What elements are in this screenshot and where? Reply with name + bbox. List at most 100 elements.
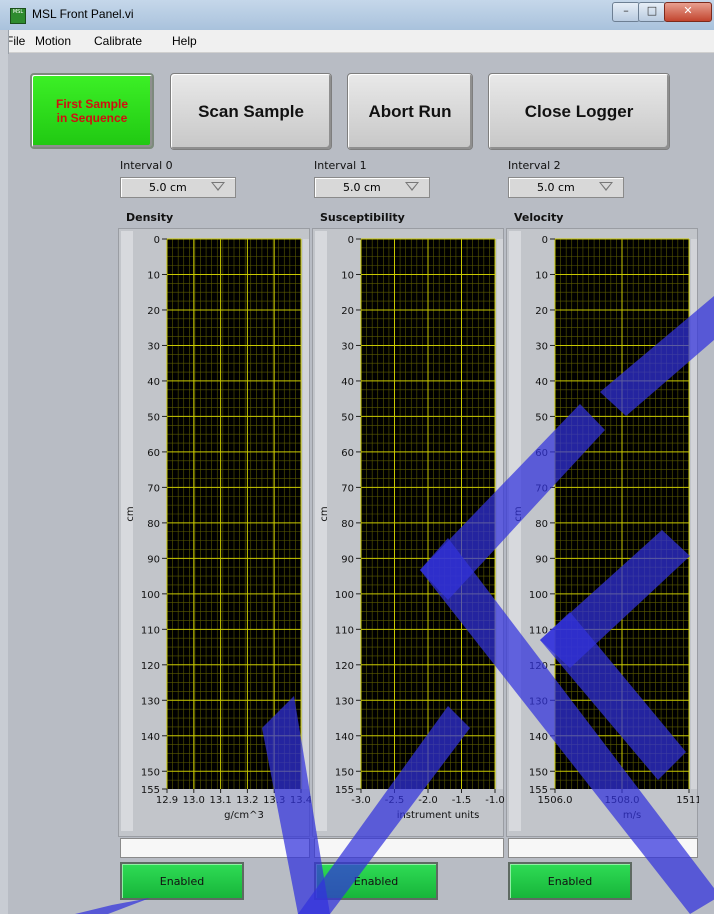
x-tick-label: 13.1 — [209, 795, 231, 806]
y-tick-label: 40 — [147, 377, 160, 388]
y-tick-label: 110 — [141, 625, 160, 636]
velocity-enabled-label: Enabled — [547, 874, 593, 888]
x-tick-label: 13.4 — [290, 795, 311, 806]
x-tick-label: 13.0 — [183, 795, 205, 806]
y-tick-label: 70 — [535, 483, 548, 494]
density-enabled-label: Enabled — [159, 874, 205, 888]
y-tick-label: 150 — [141, 767, 160, 778]
y-tick-label: 100 — [141, 590, 160, 601]
interval-1-value: 5.0 cm — [343, 181, 381, 194]
y-tick-label: 140 — [335, 732, 354, 743]
interval-0-value: 5.0 cm — [149, 181, 187, 194]
close-window-button[interactable]: ✕ — [664, 2, 712, 22]
y-tick-label: 100 — [335, 590, 354, 601]
menu-motion[interactable]: Motion — [35, 34, 71, 48]
y-tick-label: 50 — [147, 412, 160, 423]
y-tick-label: 150 — [335, 767, 354, 778]
x-tick-label: 13.2 — [236, 795, 258, 806]
y-tick-label: 120 — [529, 661, 548, 672]
velocity-enabled-button[interactable]: Enabled — [508, 862, 632, 900]
interval-0-label: Interval 0 — [120, 159, 173, 172]
menu-help[interactable]: Help — [172, 34, 197, 48]
x-tick-label: -1.5 — [452, 795, 472, 806]
interval-2-label: Interval 2 — [508, 159, 561, 172]
y-tick-label: 10 — [341, 270, 354, 281]
minimize-button[interactable]: – — [612, 2, 640, 22]
dropdown-arrow-icon — [405, 182, 419, 191]
plot-bevel — [497, 239, 503, 789]
interval-2-value: 5.0 cm — [537, 181, 575, 194]
scrollbar-strip — [121, 231, 133, 831]
y-tick-label: 70 — [341, 483, 354, 494]
density-chart[interactable]: 12.9 13.0 13.1 13.2 13.3 13.4 0 10 20 30 40 50 60 70 8… — [118, 228, 311, 837]
y-tick-label: 120 — [335, 661, 354, 672]
density-enabled-button[interactable]: Enabled — [120, 862, 244, 900]
y-axis-label: cm — [125, 506, 136, 521]
velocity-chart[interactable]: 1506.0 1508.0 1511 0 10 20 30 40 50 60 70 80 90 100 11… — [506, 228, 699, 837]
x-tick-label: 12.9 — [156, 795, 178, 806]
y-tick-label: 155 — [141, 785, 160, 796]
susceptibility-enabled-label: Enabled — [353, 874, 399, 888]
abort-run-button[interactable]: Abort Run — [347, 73, 473, 150]
density-chart-title: Density — [126, 211, 174, 224]
y-tick-label: 80 — [535, 519, 548, 530]
menu-bar: File Motion Calibrate Help — [0, 30, 714, 53]
x-tick-label: 1508.0 — [605, 795, 640, 806]
scrollbar-strip — [315, 231, 327, 831]
app-window: MSL MSL Front Panel.vi – □ ✕ File Motion… — [0, 0, 714, 914]
dropdown-arrow-icon — [599, 182, 613, 191]
y-tick-label: 110 — [335, 625, 354, 636]
y-tick-label: 40 — [341, 377, 354, 388]
y-axis-label: cm — [319, 506, 330, 521]
title-bar: MSL MSL Front Panel.vi – □ ✕ — [0, 0, 714, 30]
app-icon: MSL — [10, 8, 26, 24]
velocity-chart-title: Velocity — [514, 211, 564, 224]
x-tick-label: 1506.0 — [538, 795, 573, 806]
x-tick-label: 13.3 — [263, 795, 285, 806]
maximize-button[interactable]: □ — [638, 2, 666, 22]
minimize-icon: – — [623, 4, 629, 17]
close-icon: ✕ — [683, 4, 693, 17]
first-sample-indicator[interactable]: First Sample in Sequence — [30, 73, 154, 149]
window-title: MSL Front Panel.vi — [32, 7, 134, 21]
x-axis-label: instrument units — [397, 810, 480, 821]
y-tick-label: 30 — [341, 341, 354, 352]
first-sample-line2: in Sequence — [56, 111, 128, 125]
x-axis-label: g/cm^3 — [224, 810, 264, 821]
menu-calibrate[interactable]: Calibrate — [94, 34, 142, 48]
y-tick-label: 20 — [147, 306, 160, 317]
y-tick-label: 50 — [535, 412, 548, 423]
y-tick-label: 90 — [147, 554, 160, 565]
susceptibility-enabled-button[interactable]: Enabled — [314, 862, 438, 900]
maximize-icon: □ — [646, 4, 658, 17]
y-tick-label: 155 — [335, 785, 354, 796]
y-tick-label: 140 — [141, 732, 160, 743]
y-tick-label: 60 — [535, 448, 548, 459]
y-tick-label: 40 — [535, 377, 548, 388]
y-tick-label: 90 — [535, 554, 548, 565]
interval-2-select[interactable]: 5.0 cm — [508, 177, 624, 198]
density-status-field — [120, 838, 310, 858]
y-tick-label: 20 — [535, 306, 548, 317]
x-tick-label: -2.5 — [385, 795, 405, 806]
y-tick-label: 0 — [542, 235, 548, 246]
x-tick-label: -1.0 — [485, 795, 505, 806]
susceptibility-chart[interactable]: -3.0 -2.5 -2.0 -1.5 -1.0 0 10 20 30 40 50 60 70 80 90 1… — [312, 228, 505, 837]
close-logger-button[interactable]: Close Logger — [488, 73, 670, 150]
x-tick-label: -2.0 — [418, 795, 438, 806]
y-tick-label: 0 — [154, 235, 160, 246]
x-axis-label: m/s — [623, 810, 641, 821]
y-axis-label: cm — [513, 506, 524, 521]
y-tick-label: 10 — [147, 270, 160, 281]
y-tick-label: 130 — [529, 696, 548, 707]
y-tick-label: 130 — [141, 696, 160, 707]
interval-1-label: Interval 1 — [314, 159, 367, 172]
y-tick-label: 140 — [529, 732, 548, 743]
interval-0-select[interactable]: 5.0 cm — [120, 177, 236, 198]
interval-1-select[interactable]: 5.0 cm — [314, 177, 430, 198]
y-tick-label: 80 — [341, 519, 354, 530]
scan-sample-button[interactable]: Scan Sample — [170, 73, 332, 150]
y-tick-label: 10 — [535, 270, 548, 281]
y-tick-label: 50 — [341, 412, 354, 423]
y-tick-label: 30 — [147, 341, 160, 352]
